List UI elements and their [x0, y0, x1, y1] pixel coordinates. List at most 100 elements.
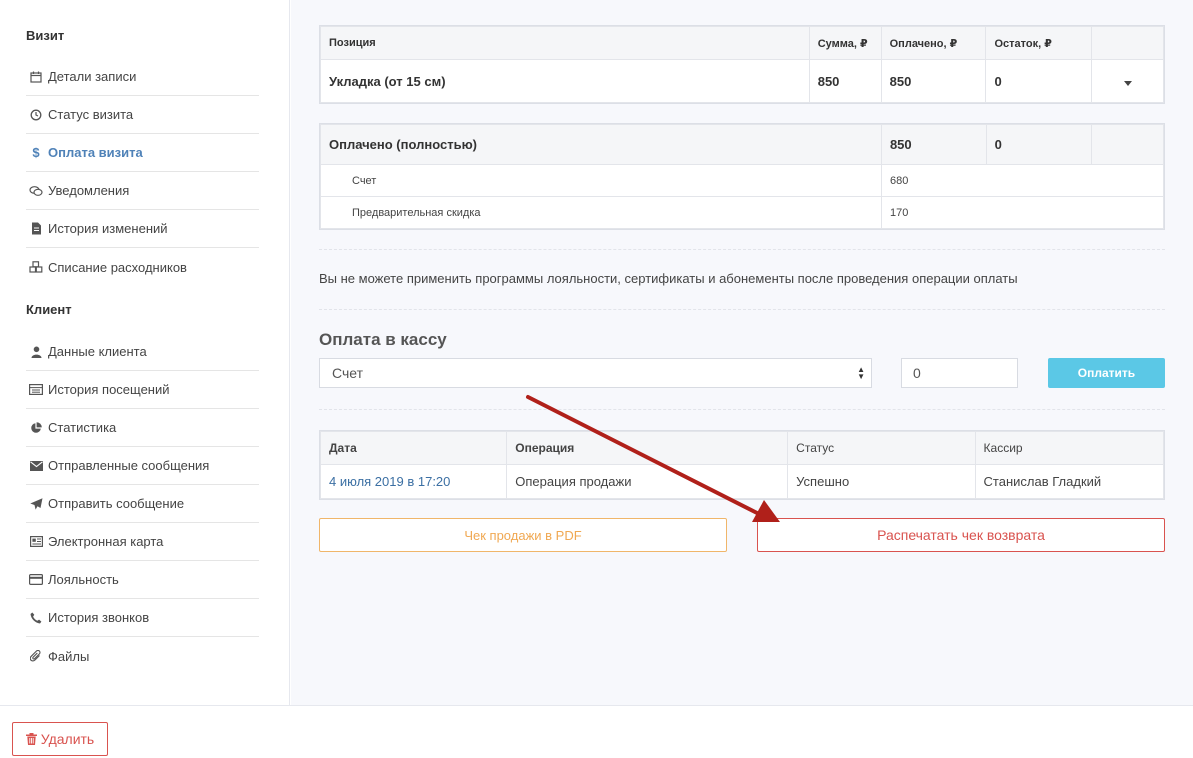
dollar-icon: $: [32, 145, 40, 160]
column-header: Статус: [787, 431, 976, 465]
sidebar-item-notifications[interactable]: Уведомления: [26, 172, 259, 210]
sidebar-item-label: Статистика: [48, 420, 117, 435]
footer: Удалить: [0, 705, 1193, 758]
list-icon: [28, 382, 44, 398]
sidebar-item-visit-payment[interactable]: $ Оплата визита: [26, 134, 259, 172]
delete-label: Удалить: [40, 731, 95, 747]
detail-label: Счет: [320, 164, 882, 197]
cubes-icon: [28, 259, 44, 275]
sidebar-item-label: Электронная карта: [48, 534, 164, 549]
operation-type: Операция продажи: [506, 464, 789, 499]
summary-row: Оплачено (полностью) 850 0: [320, 124, 1164, 165]
column-header: Оплачено, ₽: [880, 26, 987, 60]
pie-chart-icon: [28, 420, 44, 436]
sale-receipt-pdf-button[interactable]: Чек продажи в PDF: [319, 518, 727, 552]
credit-card-icon: [28, 572, 44, 588]
amount-input[interactable]: [901, 358, 1018, 388]
divider: [319, 309, 1165, 310]
caret-down-icon: [1123, 74, 1132, 89]
sidebar-item-label: Отправить сообщение: [48, 496, 185, 511]
divider: [319, 249, 1165, 250]
sidebar-item-label: Статус визита: [48, 107, 134, 122]
sidebar-item-label: Лояльность: [48, 572, 119, 587]
sidebar-item-visit-status[interactable]: Статус визита: [26, 96, 259, 134]
sidebar-item-label: Файлы: [48, 648, 90, 664]
sidebar-item-call-history[interactable]: История звонков: [26, 599, 259, 637]
position-sum: 850: [808, 59, 882, 103]
payment-summary-table: Оплачено (полностью) 850 0 Счет 680 Пред…: [319, 123, 1165, 230]
summary-paid: 850: [880, 124, 987, 165]
clock-icon: [28, 107, 44, 123]
sidebar-item-label: Списание расходников: [48, 259, 187, 275]
select-arrows-icon: ▲ ▼: [857, 365, 865, 381]
paper-plane-icon: [28, 496, 44, 512]
summary-rest: 0: [985, 124, 1093, 165]
sidebar-item-consumables[interactable]: Списание расходников: [26, 248, 259, 286]
position-name: Укладка (от 15 см): [320, 59, 810, 103]
client-nav: Данные клиента История посещений Статист…: [26, 333, 259, 675]
sidebar-item-visit-history[interactable]: История посещений: [26, 371, 259, 409]
column-header: Позиция: [320, 26, 810, 60]
sidebar-item-electronic-card[interactable]: Электронная карта: [26, 523, 259, 561]
account-select[interactable]: Счет ▲ ▼: [319, 358, 872, 388]
operation-cashier: Станислав Гладкий: [974, 464, 1165, 499]
detail-row: Счет 680: [320, 164, 1165, 197]
sidebar-item-loyalty[interactable]: Лояльность: [26, 561, 259, 599]
sidebar-item-label: Оплата визита: [48, 145, 143, 160]
envelope-icon: [28, 458, 44, 474]
paperclip-icon: [28, 648, 44, 664]
delete-button[interactable]: Удалить: [12, 722, 108, 756]
column-header: Сумма, ₽: [808, 26, 882, 60]
annotation-arrow: [526, 395, 780, 522]
client-heading: Клиент: [26, 302, 72, 317]
table-header-row: Дата Операция Статус Кассир: [319, 431, 1165, 465]
visit-nav: Детали записи Статус визита $ Оплата виз…: [26, 58, 259, 286]
sidebar-item-sent-messages[interactable]: Отправленные сообщения: [26, 447, 259, 485]
calendar-icon: [28, 69, 44, 85]
operations-table: Дата Операция Статус Кассир 4 июля 2019 …: [319, 430, 1165, 500]
trash-icon: [25, 733, 37, 745]
detail-label: Предварительная скидка: [320, 196, 882, 229]
position-paid: 850: [880, 59, 987, 103]
table-row: Укладка (от 15 см) 850 850 0: [320, 59, 1164, 103]
sidebar: Визит Детали записи Статус визита $ Опла…: [0, 0, 290, 705]
sidebar-item-label: История звонков: [48, 610, 150, 625]
summary-label: Оплачено (полностью): [320, 124, 882, 165]
divider: [319, 409, 1165, 410]
account-select-value: Счет: [332, 365, 363, 381]
document-icon: [28, 221, 44, 237]
position-rest: 0: [985, 59, 1093, 103]
sidebar-item-label: История посещений: [48, 382, 170, 397]
table-row: 4 июля 2019 в 17:20 Операция продажи Усп…: [319, 464, 1165, 499]
operation-date-link[interactable]: 4 июля 2019 в 17:20: [319, 464, 508, 499]
detail-row: Предварительная скидка 170: [320, 196, 1165, 229]
card-icon: [28, 534, 44, 550]
sidebar-item-files[interactable]: Файлы: [26, 637, 259, 675]
column-header: Операция: [506, 431, 789, 465]
print-refund-receipt-button[interactable]: Распечатать чек возврата: [757, 518, 1165, 552]
sidebar-item-send-message[interactable]: Отправить сообщение: [26, 485, 259, 523]
sidebar-item-label: Уведомления: [48, 183, 130, 198]
sidebar-item-record-details[interactable]: Детали записи: [26, 58, 259, 96]
user-icon: [28, 344, 44, 360]
sidebar-item-label: Отправленные сообщения: [48, 458, 210, 473]
row-expand-toggle[interactable]: [1091, 59, 1164, 103]
sidebar-item-label: Данные клиента: [48, 344, 147, 359]
table-header-row: Позиция Сумма, ₽ Оплачено, ₽ Остаток, ₽: [320, 26, 1164, 60]
sidebar-item-change-history[interactable]: История изменений: [26, 210, 259, 248]
pay-button[interactable]: Оплатить: [1048, 358, 1165, 388]
sidebar-item-statistics[interactable]: Статистика: [26, 409, 259, 447]
sidebar-item-client-data[interactable]: Данные клиента: [26, 333, 259, 371]
detail-value: 680: [880, 164, 1165, 197]
comments-icon: [28, 183, 44, 199]
column-header: Остаток, ₽: [985, 26, 1093, 60]
column-header-empty: [1091, 26, 1164, 60]
column-header: Кассир: [974, 431, 1165, 465]
column-header: Дата: [319, 431, 508, 465]
operation-status: Успешно: [787, 464, 976, 499]
sidebar-item-label: Детали записи: [48, 69, 137, 84]
phone-icon: [28, 610, 44, 626]
main-content: Позиция Сумма, ₽ Оплачено, ₽ Остаток, ₽ …: [291, 0, 1193, 705]
detail-value: 170: [880, 196, 1165, 229]
cash-payment-title: Оплата в кассу: [319, 330, 447, 349]
